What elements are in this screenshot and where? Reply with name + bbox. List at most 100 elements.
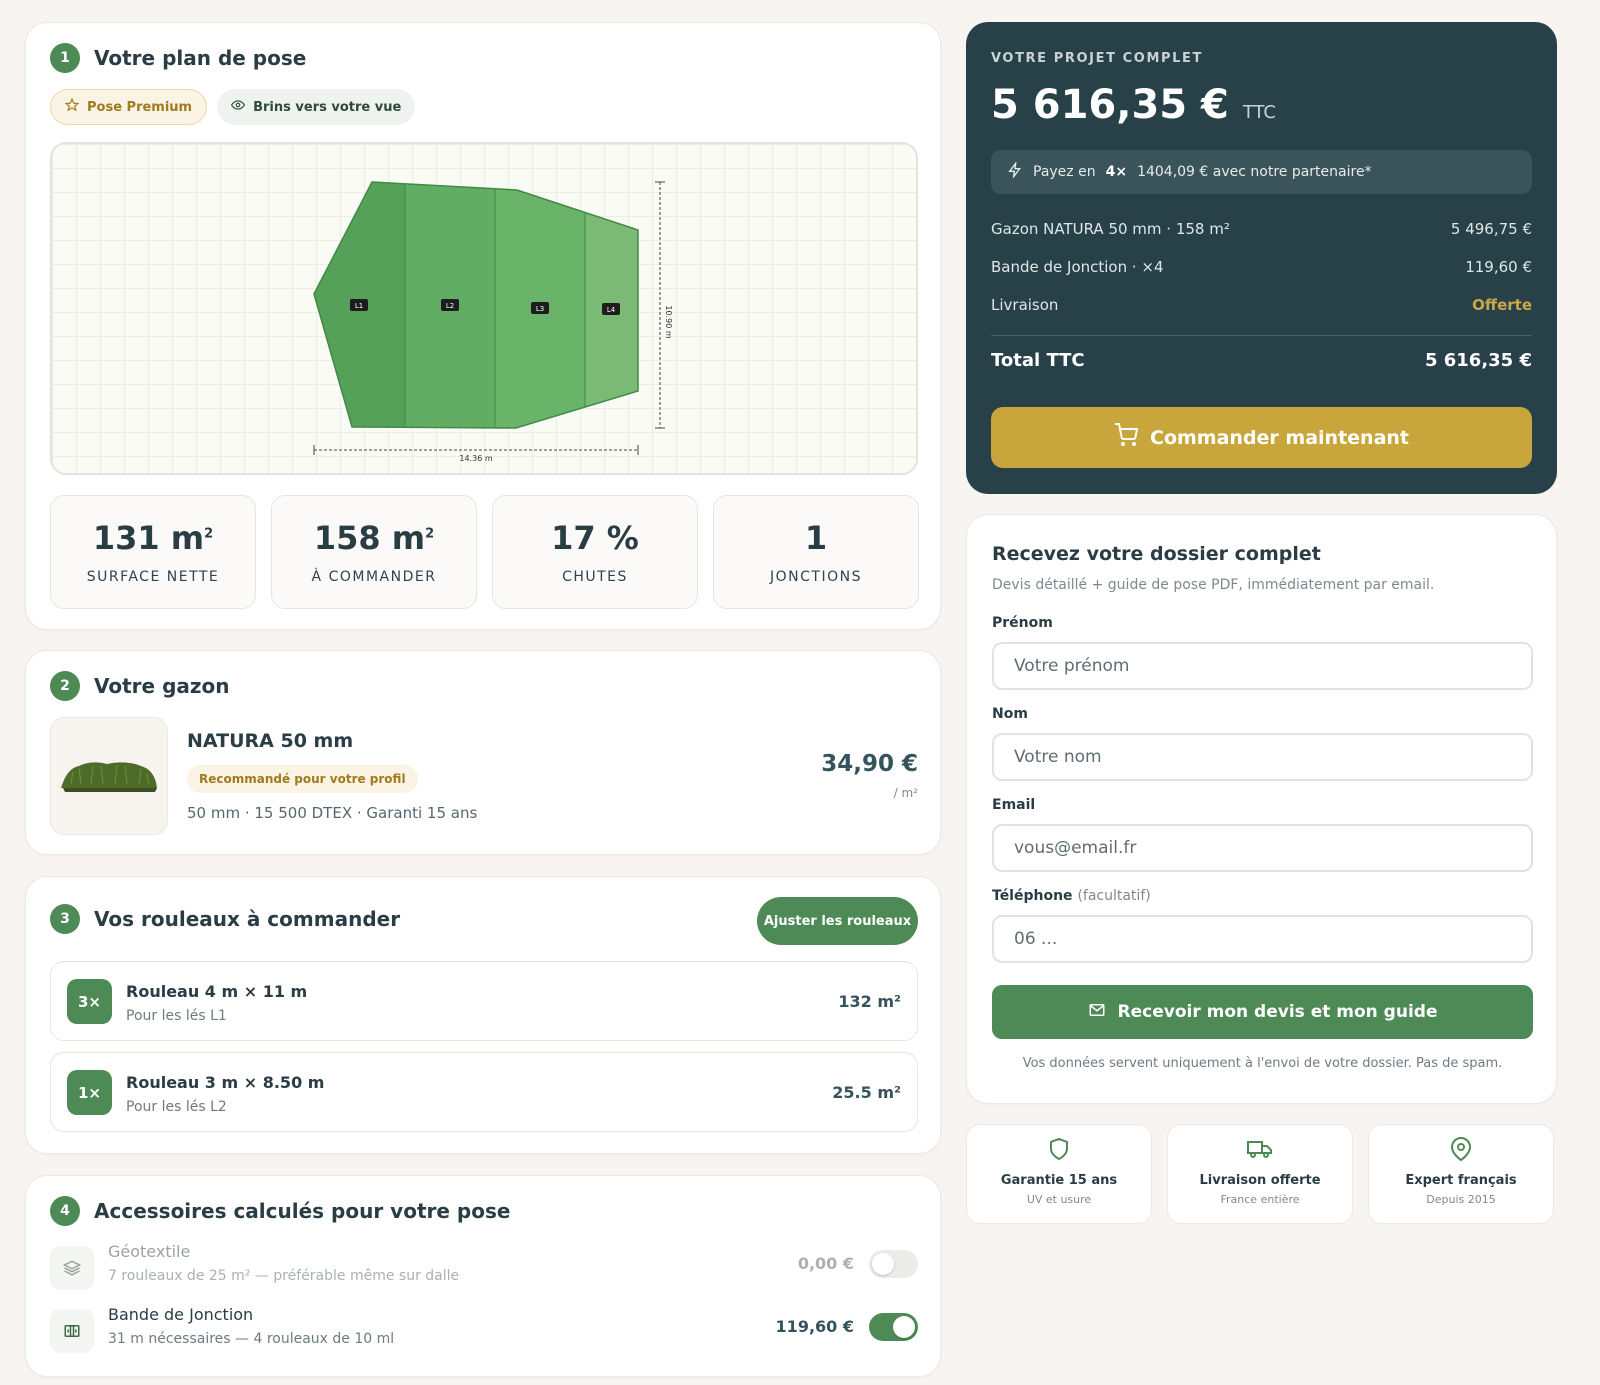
truck-icon (1247, 1137, 1273, 1165)
accessories-header: 4 Accessoires calculés pour votre pose (50, 1196, 510, 1226)
send-quote-button[interactable]: Recevoir mon devis et mon guide (992, 985, 1533, 1039)
stat-value: 17 % (551, 519, 639, 557)
summary-divider (991, 335, 1532, 336)
summary-total: 5 616,35 € TTC (991, 82, 1276, 128)
phone-label: Téléphone (facultatif) (992, 888, 1151, 904)
roll-name: Rouleau 3 m × 8.50 m (126, 1073, 325, 1092)
cart-icon (1114, 423, 1139, 452)
phone-label-text: Téléphone (992, 888, 1073, 904)
accessory-detail: 7 rouleaux de 25 m² — préférable même su… (108, 1268, 460, 1284)
accessories-title: Accessoires calculés pour votre pose (94, 1199, 511, 1223)
stat-label: SURFACE NETTE (86, 569, 220, 585)
trust-badge-expert: Expert français Depuis 2015 (1368, 1124, 1554, 1224)
phone-input[interactable] (992, 915, 1533, 963)
email-label: Email (992, 797, 1036, 813)
installment-count: 4× (1105, 164, 1128, 180)
installment-prefix: Payez en (1033, 164, 1096, 180)
stat-chutes: 17 % CHUTES (492, 495, 698, 609)
summary-total-amount: 5 616,35 € (991, 82, 1229, 128)
order-summary-panel: VOTRE PROJET COMPLET 5 616,35 € TTC Paye… (966, 22, 1557, 494)
toggle-knob (872, 1253, 894, 1275)
stat-a-commander: 158 m2 À COMMANDER (271, 495, 477, 609)
lastname-label: Nom (992, 706, 1028, 722)
gazon-card: 2 Votre gazon NATURA 50 mm Recommandé po… (25, 650, 941, 855)
email-input[interactable] (992, 824, 1533, 872)
stat-unit-sup: 2 (204, 526, 214, 542)
accessories-card: 4 Accessoires calculés pour votre pose G… (25, 1175, 941, 1377)
strip-label-l2: L2 (446, 302, 454, 310)
product-specs: 50 mm · 15 500 DTEX · Garanti 15 ans (187, 804, 478, 822)
geotextile-toggle[interactable] (869, 1250, 918, 1278)
strip-label-l1: L1 (355, 302, 363, 310)
brins-direction-label: Brins vers votre vue (253, 99, 402, 115)
strip-label-l3: L3 (536, 305, 544, 313)
stat-jonctions: 1 JONCTIONS (713, 495, 919, 609)
firstname-input[interactable] (992, 642, 1533, 690)
accessory-bande-jonction: Bande de Jonction 31 m nécessaires — 4 r… (50, 1303, 918, 1357)
pose-premium-chip[interactable]: Pose Premium (50, 89, 208, 125)
plan-header: 1 Votre plan de pose (50, 43, 306, 73)
accessory-geotextile: Géotextile 7 rouleaux de 25 m² — préféra… (50, 1240, 918, 1294)
installment-offer[interactable]: Payez en 4× 1404,09 € avec notre partena… (991, 150, 1532, 194)
stat-label: À COMMANDER (311, 569, 437, 585)
accessory-name: Bande de Jonction (108, 1305, 254, 1324)
height-dimension-label: 10.90 m (664, 305, 673, 338)
gazon-header: 2 Votre gazon (50, 671, 230, 701)
accessory-detail: 31 m nécessaires — 4 rouleaux de 10 ml (108, 1331, 395, 1347)
phone-optional-hint: (facultatif) (1077, 888, 1151, 904)
trust-badge-guarantee: Garantie 15 ans UV et usure (966, 1124, 1152, 1224)
trust-title: Livraison offerte (1199, 1173, 1321, 1188)
form-subtitle: Devis détaillé + guide de pose PDF, immé… (992, 577, 1435, 593)
pose-premium-label: Pose Premium (87, 99, 193, 115)
trust-badge-delivery: Livraison offerte France entière (1167, 1124, 1353, 1224)
summary-row: Livraison Offerte (991, 296, 1532, 314)
adjust-rolls-button[interactable]: Ajuster les rouleaux (757, 897, 918, 945)
roll-item: 1× Rouleau 3 m × 8.50 m Pour les lés L2 … (50, 1052, 918, 1132)
layers-icon (50, 1246, 94, 1290)
mail-icon (1088, 1001, 1106, 1024)
recommended-badge: Recommandé pour votre profil (187, 765, 418, 793)
trust-title: Expert français (1405, 1173, 1517, 1188)
trust-subtitle: France entière (1220, 1193, 1300, 1206)
summary-ttc: TTC (1242, 102, 1276, 123)
roll-item: 3× Rouleau 4 m × 11 m Pour les lés L1 13… (50, 961, 918, 1041)
trust-subtitle: Depuis 2015 (1426, 1193, 1496, 1206)
total-label: Total TTC (991, 350, 1085, 371)
summary-row-label: Bande de Jonction · ×4 (991, 258, 1164, 276)
summary-row: Bande de Jonction · ×4 119,60 € (991, 258, 1532, 276)
strip-label-l4: L4 (607, 306, 616, 314)
stat-label: CHUTES (562, 569, 628, 585)
step-number: 3 (50, 904, 80, 934)
form-title: Recevez votre dossier complet (992, 543, 1321, 565)
stat-value: 158 m (313, 519, 426, 557)
roll-usage: Pour les lés L2 (126, 1099, 227, 1115)
roll-quantity-badge: 3× (67, 979, 112, 1024)
layout-plan-canvas[interactable]: L1 L2 L3 L4 14.36 m 10.90 m (50, 142, 918, 475)
shield-icon (1047, 1137, 1071, 1165)
product-name: NATURA 50 mm (187, 730, 354, 752)
turf-thumbnail (50, 717, 168, 835)
junction-tape-icon (50, 1309, 94, 1353)
lightning-icon (1007, 160, 1023, 182)
product-price: 34,90 € (821, 751, 918, 777)
summary-row-label: Gazon NATURA 50 mm · 158 m² (991, 220, 1230, 238)
step-number: 2 (50, 671, 80, 701)
order-now-button[interactable]: Commander maintenant (991, 407, 1532, 468)
accessory-price: 0,00 € (797, 1254, 854, 1273)
step-number: 1 (50, 43, 80, 73)
star-icon (64, 97, 80, 116)
brins-direction-chip[interactable]: Brins vers votre vue (217, 89, 416, 125)
accessory-name: Géotextile (108, 1242, 191, 1261)
price-unit: / m² (893, 786, 918, 800)
gazon-title: Votre gazon (94, 674, 230, 698)
roll-area: 25.5 m² (832, 1083, 901, 1102)
location-pin-icon (1449, 1137, 1473, 1165)
summary-total-row: Total TTC 5 616,35 € (991, 350, 1532, 371)
stat-unit-sup: 2 (425, 526, 435, 542)
privacy-note: Vos données servent uniquement à l'envoi… (1022, 1056, 1503, 1071)
accessory-price: 119,60 € (775, 1317, 854, 1336)
roll-area: 132 m² (838, 992, 901, 1011)
bande-jonction-toggle[interactable] (869, 1313, 918, 1341)
roll-usage: Pour les lés L1 (126, 1008, 227, 1024)
lastname-input[interactable] (992, 733, 1533, 781)
